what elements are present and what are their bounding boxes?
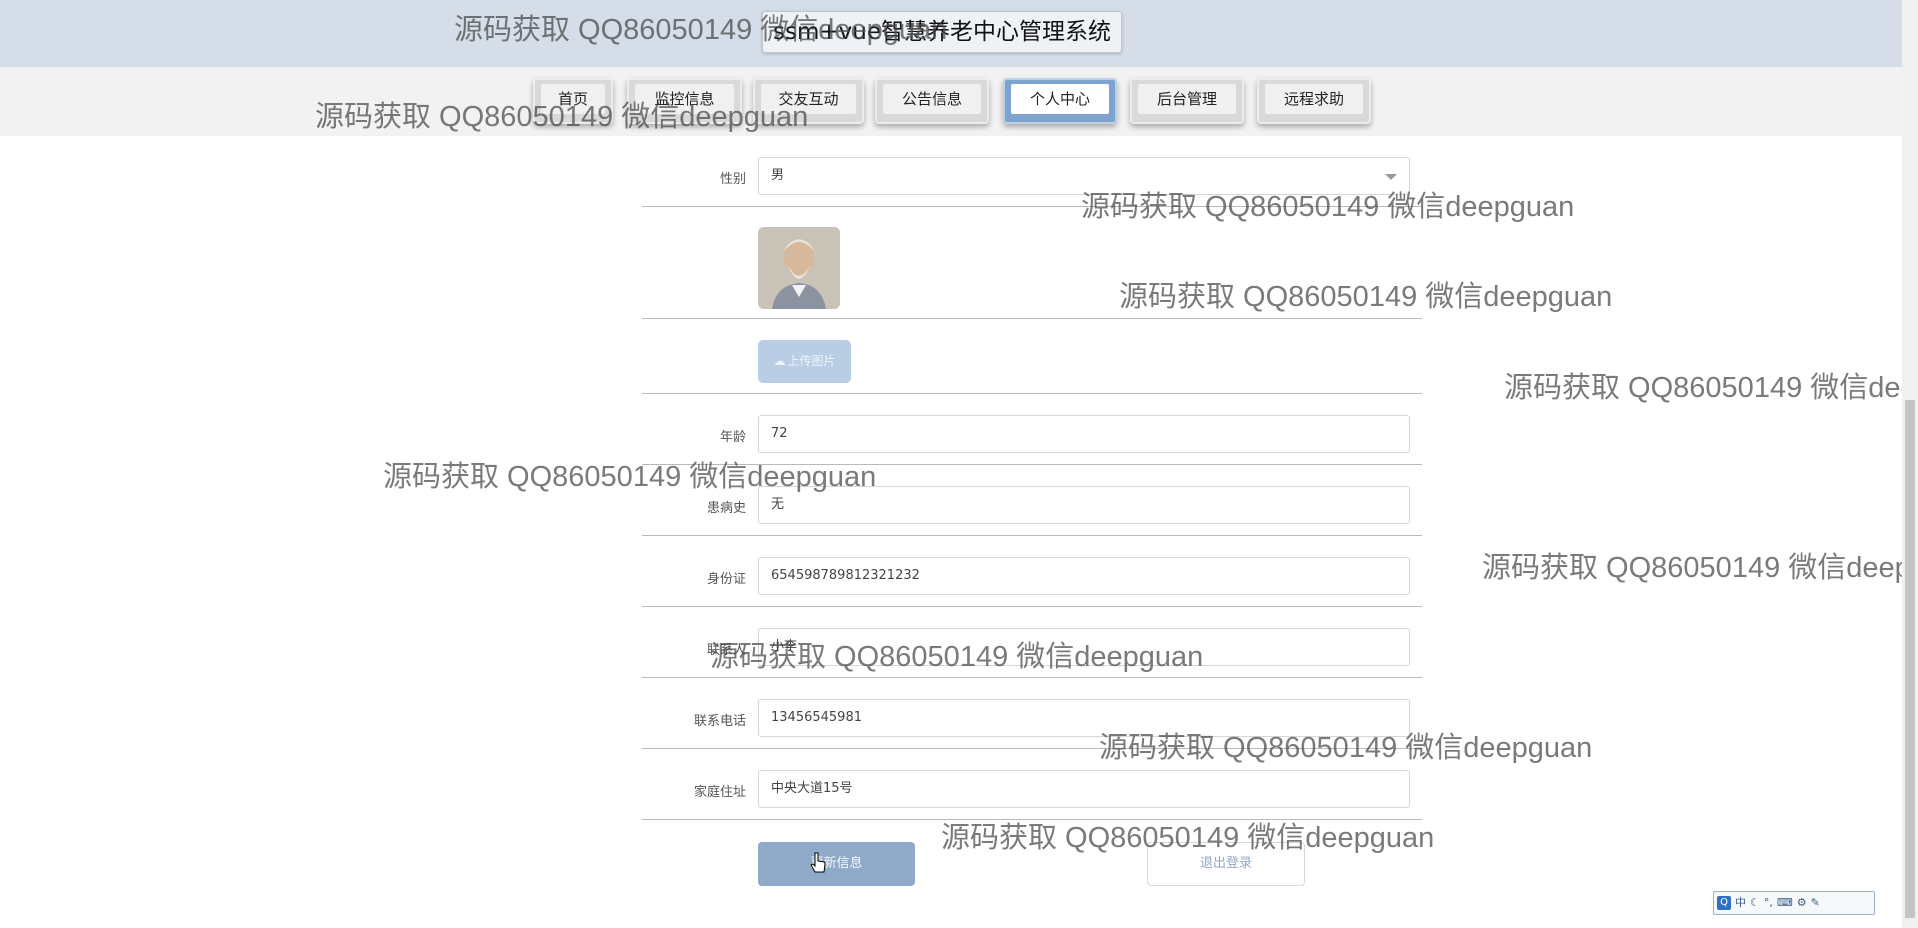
punctuation-icon[interactable]: °, — [1764, 893, 1773, 913]
home-address-label: 家庭住址 — [693, 785, 746, 800]
logout-button[interactable]: 退出登录 — [1147, 842, 1305, 886]
medical-history-label: 患病史 — [706, 501, 746, 516]
id-card-label: 身份证 — [706, 572, 746, 587]
nav-item-label: 监控信息 — [635, 84, 734, 114]
nav-item-remote-help[interactable]: 远程求助 — [1257, 78, 1371, 124]
watermark: 源码获取 QQ86050149 微信deepguan — [1504, 372, 1918, 404]
nav-item-home[interactable]: 首页 — [533, 78, 613, 124]
age-input[interactable]: 72 — [758, 415, 1410, 453]
field-divider — [642, 318, 1422, 319]
contact-phone-input[interactable]: 13456545981 — [758, 699, 1410, 737]
avatar — [758, 227, 840, 309]
site-title: ssm+vue智慧养老中心管理系统 — [762, 11, 1122, 53]
watermark: 源码获取 QQ86050149 微信deepguan — [1482, 552, 1918, 584]
keyboard-icon[interactable]: ⌨ — [1777, 893, 1793, 913]
nav-item-admin[interactable]: 后台管理 — [1130, 78, 1244, 124]
field-divider — [642, 677, 1422, 678]
moon-icon[interactable]: ☾ — [1750, 893, 1760, 913]
nav-item-social[interactable]: 交友互动 — [753, 78, 864, 124]
field-divider — [642, 464, 1422, 465]
field-divider — [642, 206, 1422, 207]
id-card-input[interactable]: 654598789812321232 — [758, 557, 1410, 595]
tools-icon[interactable]: ⚙ — [1797, 893, 1807, 913]
contact-person-input[interactable]: 小李 — [758, 628, 1410, 666]
cloud-upload-icon: ☁ — [773, 354, 786, 368]
field-divider — [642, 393, 1422, 394]
field-divider — [642, 748, 1422, 749]
nav-item-label: 后台管理 — [1138, 84, 1236, 114]
watermark: 源码获取 QQ86050149 微信deepguan — [1119, 281, 1613, 313]
medical-history-input[interactable]: 无 — [758, 486, 1410, 524]
update-info-button[interactable]: 更新信息 — [758, 842, 915, 886]
nav-item-personal-center[interactable]: 个人中心 — [1003, 78, 1117, 124]
ime-mode[interactable]: 中 — [1735, 893, 1746, 913]
gender-value: 男 — [771, 168, 785, 183]
home-address-input[interactable]: 中央大道15号 — [758, 770, 1410, 808]
gender-select[interactable]: 男 — [758, 157, 1410, 195]
gender-label: 性别 — [719, 172, 746, 187]
field-divider — [642, 606, 1422, 607]
nav-item-label: 公告信息 — [883, 84, 981, 114]
age-label: 年龄 — [719, 430, 746, 445]
upload-image-button[interactable]: ☁ 上传图片 — [758, 340, 851, 383]
nav-item-monitor[interactable]: 监控信息 — [627, 78, 742, 124]
nav-item-label: 首页 — [541, 84, 605, 114]
wrench-icon[interactable]: ✎ — [1811, 893, 1820, 913]
nav-item-notices[interactable]: 公告信息 — [875, 78, 989, 124]
contact-phone-label: 联系电话 — [693, 714, 746, 729]
nav-item-label: 远程求助 — [1265, 84, 1363, 114]
nav-item-label: 个人中心 — [1011, 84, 1109, 114]
nav-item-label: 交友互动 — [761, 84, 856, 114]
pointer-cursor-icon — [810, 852, 826, 873]
scrollbar-thumb[interactable] — [1905, 400, 1915, 918]
upload-label: 上传图片 — [787, 354, 836, 368]
field-divider — [642, 535, 1422, 536]
field-divider — [642, 819, 1422, 820]
ime-logo-icon: Q — [1717, 896, 1731, 910]
contact-person-label: 联系人 — [706, 643, 746, 658]
select-caret-icon — [1385, 174, 1397, 180]
ime-toolbar[interactable]: Q 中 ☾ °, ⌨ ⚙ ✎ — [1713, 891, 1875, 915]
